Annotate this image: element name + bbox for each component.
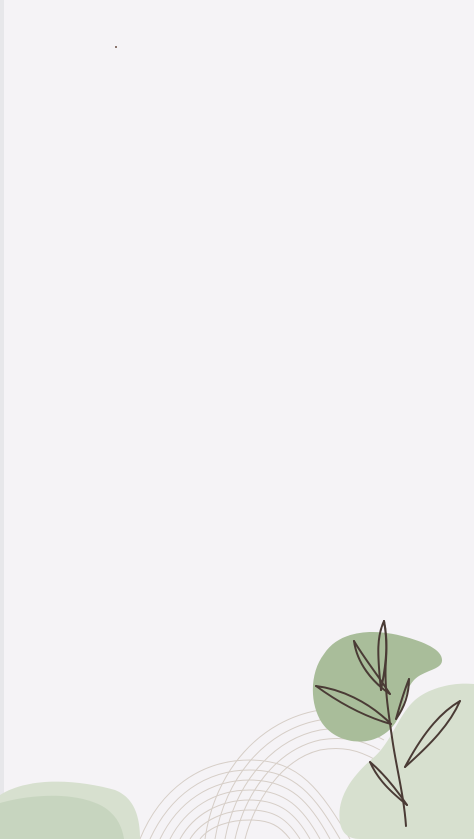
- botanical-artwork: [0, 620, 474, 839]
- background-canvas: [0, 0, 474, 839]
